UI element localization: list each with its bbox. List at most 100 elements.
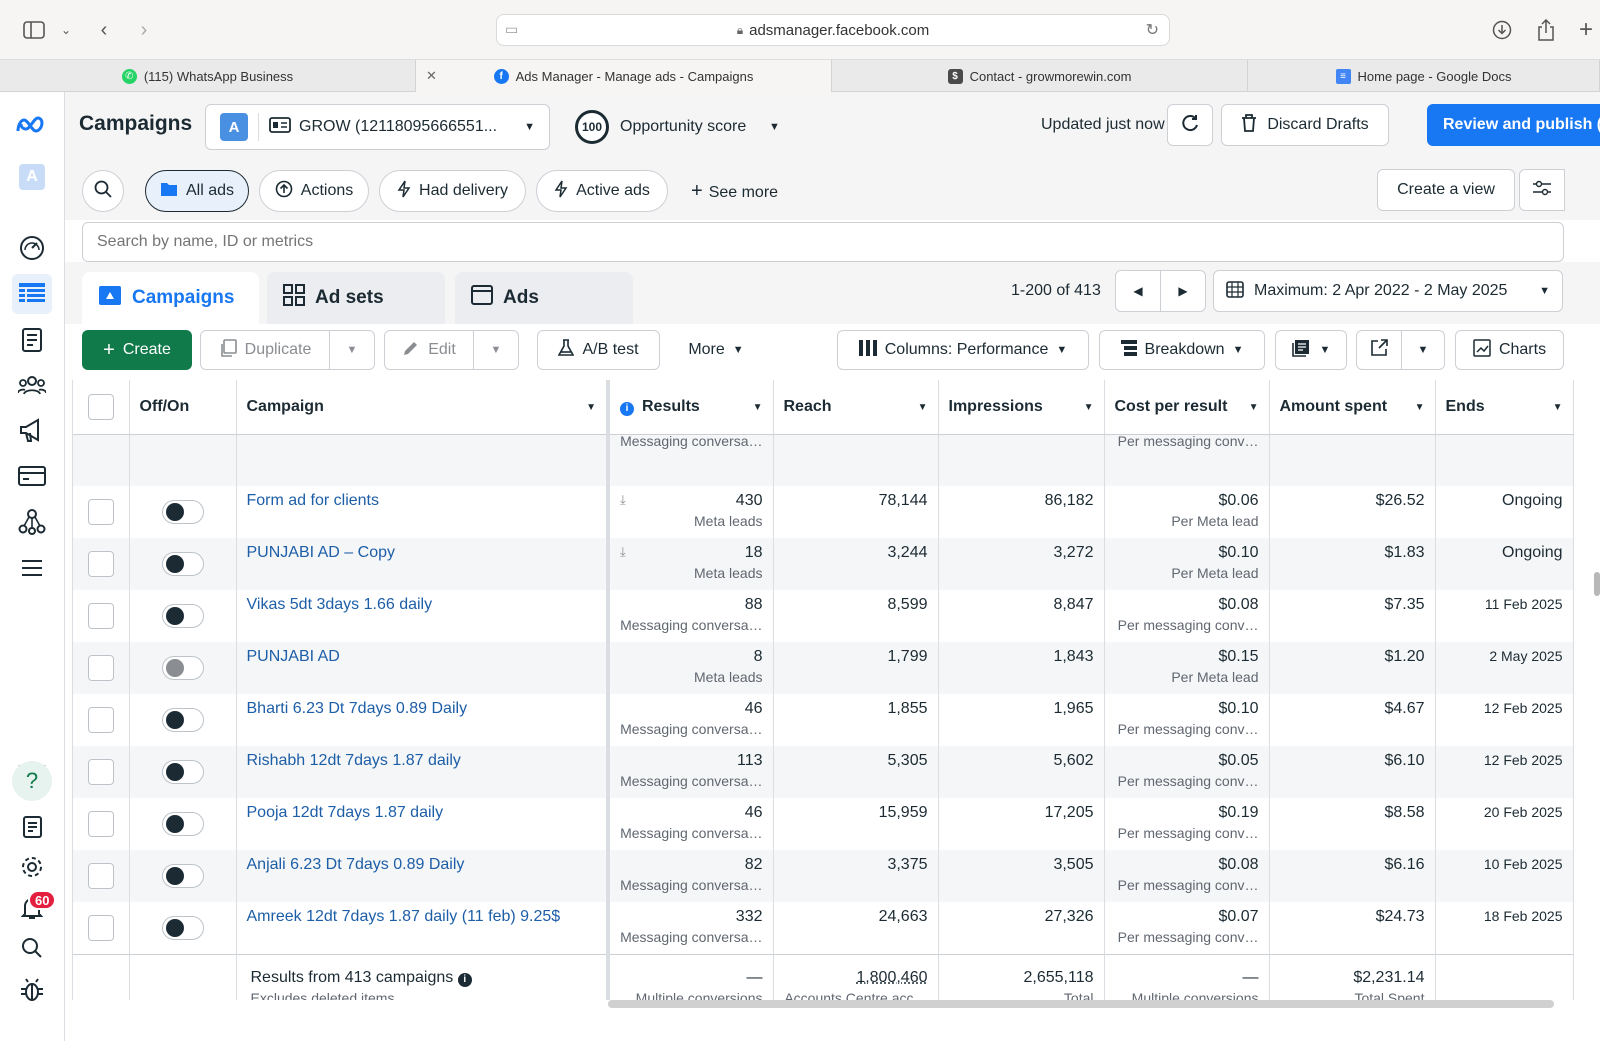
date-range-picker[interactable]: Maximum: 2 Apr 2022 - 2 May 2025 ▼ <box>1213 270 1563 312</box>
caret-down-icon[interactable]: ▼ <box>769 121 780 133</box>
next-page-button[interactable]: ▶ <box>1160 270 1206 312</box>
caret-down-icon[interactable]: ▼ <box>753 402 763 413</box>
edit-button[interactable]: Edit <box>384 330 474 370</box>
download-icon[interactable] <box>1488 16 1516 44</box>
campaign-toggle[interactable] <box>161 708 204 732</box>
table-row[interactable]: Amreek 12dt 7days 1.87 daily (11 feb) 9.… <box>73 902 1574 954</box>
campaigns-table-icon[interactable] <box>12 274 52 314</box>
row-checkbox[interactable] <box>87 603 114 629</box>
create-view-button[interactable]: Create a view <box>1377 169 1515 211</box>
campaign-name-link[interactable]: Bharti 6.23 Dt 7days 0.89 Daily <box>247 700 468 717</box>
browser-tab-ads-manager[interactable]: ✕ f Ads Manager - Manage ads - Campaigns <box>416 60 832 92</box>
table-row[interactable]: Vikas 5dt 3days 1.66 daily 88 Messaging co… <box>73 590 1574 642</box>
back-icon[interactable]: ‹ <box>90 16 118 44</box>
search-icon[interactable] <box>12 928 52 968</box>
create-button[interactable]: + Create <box>82 330 192 370</box>
close-icon[interactable]: ✕ <box>426 68 437 84</box>
caret-down-icon[interactable]: ▼ <box>1084 402 1094 413</box>
campaign-name-link[interactable]: PUNJABI AD <box>247 648 340 665</box>
caret-down-icon[interactable]: ▼ <box>586 402 596 413</box>
info-icon[interactable]: i <box>457 972 472 987</box>
discard-drafts-button[interactable]: Discard Drafts <box>1221 104 1389 146</box>
campaign-name-link[interactable]: Pooja 12dt 7days 1.87 daily <box>247 804 444 821</box>
campaign-toggle[interactable] <box>161 552 204 576</box>
new-tab-icon[interactable]: + <box>1572 16 1600 44</box>
overview-gauge-icon[interactable] <box>12 228 52 268</box>
column-header-reach[interactable]: Reach ▼ <box>773 380 939 435</box>
ab-test-button[interactable]: A/B test <box>537 330 660 370</box>
documents-icon[interactable] <box>12 807 52 847</box>
table-row[interactable]: Form ad for clients ⤓ 430 Meta leads 78,144 8… <box>73 486 1574 538</box>
chevron-down-icon[interactable]: ⌄ <box>52 16 80 44</box>
table-row[interactable]: PUNJABI AD – Copy ⤓ 18 Meta leads 3,244 3,272… <box>73 538 1574 590</box>
campaign-toggle[interactable] <box>161 916 204 940</box>
filter-actions[interactable]: Actions <box>259 170 369 212</box>
export-button[interactable] <box>1356 330 1402 370</box>
breakdown-selector[interactable]: Breakdown ▼ <box>1099 330 1265 370</box>
reload-icon[interactable]: ↻ <box>1146 20 1159 40</box>
meta-logo-icon[interactable] <box>12 106 52 146</box>
column-header-results[interactable]: i Results ▼ <box>608 380 774 435</box>
row-checkbox[interactable] <box>87 499 114 525</box>
previous-page-button[interactable]: ◀ <box>1115 270 1161 312</box>
reader-icon[interactable]: ▭ <box>505 21 518 38</box>
columns-selector[interactable]: Columns: Performance ▼ <box>837 330 1089 370</box>
reports-menu-button[interactable]: ▼ <box>1275 330 1347 370</box>
audiences-icon[interactable] <box>12 365 52 405</box>
campaign-toggle[interactable] <box>161 500 204 524</box>
vertical-scrollbar[interactable] <box>1594 572 1600 596</box>
row-checkbox[interactable] <box>87 759 114 785</box>
sidebar-toggle-icon[interactable] <box>20 16 48 44</box>
tab-ads[interactable]: Ads <box>455 272 633 324</box>
search-toggle-button[interactable] <box>82 170 124 212</box>
caret-down-icon[interactable]: ▼ <box>1415 402 1425 413</box>
view-settings-button[interactable] <box>1519 169 1565 211</box>
settings-gear-icon[interactable] <box>12 847 52 887</box>
campaign-name-link[interactable]: Rishabh 12dt 7days 1.87 daily <box>247 752 461 769</box>
edit-menu-button[interactable]: ▼ <box>473 330 519 370</box>
browser-tab-contact[interactable]: $ Contact - growmorewin.com <box>832 60 1248 92</box>
business-network-icon[interactable] <box>12 502 52 542</box>
caret-down-icon[interactable]: ▼ <box>1553 402 1563 413</box>
bug-report-icon[interactable] <box>12 970 52 1010</box>
browser-tab-google-docs[interactable]: ≡ Home page - Google Docs <box>1248 60 1600 92</box>
campaign-toggle[interactable] <box>161 656 204 680</box>
campaign-toggle[interactable] <box>161 604 204 628</box>
reports-icon[interactable] <box>12 320 52 360</box>
address-bar[interactable]: ▭ 🔒︎ adsmanager.facebook.com ↻ <box>496 14 1170 46</box>
row-checkbox[interactable] <box>87 915 114 941</box>
campaign-name-link[interactable]: Amreek 12dt 7days 1.87 daily (11 feb) 9.… <box>247 908 561 925</box>
totals-reach[interactable]: 1,800,460 <box>784 969 927 987</box>
column-header-campaign[interactable]: Campaign ▼ <box>236 380 610 435</box>
column-header-ends[interactable]: Ends ▼ <box>1435 380 1574 435</box>
see-more-filters[interactable]: + See more <box>691 180 778 203</box>
select-all-checkbox[interactable] <box>87 393 114 420</box>
campaign-name-link[interactable]: PUNJABI AD – Copy <box>247 544 396 561</box>
duplicate-button[interactable]: Duplicate <box>200 330 330 370</box>
table-row[interactable]: Pooja 12dt 7days 1.87 daily 46 Messaging c… <box>73 798 1574 850</box>
table-row[interactable]: Rishabh 12dt 7days 1.87 daily 113 Messagin… <box>73 746 1574 798</box>
row-checkbox[interactable] <box>87 707 114 733</box>
campaign-toggle[interactable] <box>161 864 204 888</box>
row-checkbox[interactable] <box>87 863 114 889</box>
campaign-toggle[interactable] <box>161 760 204 784</box>
campaign-name-link[interactable]: Form ad for clients <box>247 492 379 509</box>
filter-all-ads[interactable]: All ads <box>145 170 249 212</box>
horizontal-scrollbar[interactable] <box>608 1000 1554 1008</box>
campaign-toggle[interactable] <box>161 812 204 836</box>
search-input[interactable] <box>82 222 1564 262</box>
ad-account-selector[interactable]: A GROW (12118095666551... ▼ <box>205 104 550 150</box>
caret-down-icon[interactable]: ▼ <box>918 402 928 413</box>
charts-button[interactable]: Charts <box>1455 330 1564 370</box>
billing-card-icon[interactable] <box>12 456 52 496</box>
opportunity-score-badge[interactable]: 100 <box>575 110 609 144</box>
campaign-name-link[interactable]: Anjali 6.23 Dt 7days 0.89 Daily <box>247 856 465 873</box>
table-row[interactable]: PUNJABI AD 8 Meta leads 1,799 1,843 $0.15 Per … <box>73 642 1574 694</box>
opportunity-score-label[interactable]: Opportunity score <box>620 118 746 136</box>
campaign-name-link[interactable]: Vikas 5dt 3days 1.66 daily <box>247 596 433 613</box>
filter-had-delivery[interactable]: Had delivery <box>379 170 526 212</box>
duplicate-menu-button[interactable]: ▼ <box>329 330 375 370</box>
menu-icon[interactable] <box>12 548 52 588</box>
export-menu-button[interactable]: ▼ <box>1401 330 1445 370</box>
tab-ad-sets[interactable]: Ad sets <box>267 272 445 324</box>
